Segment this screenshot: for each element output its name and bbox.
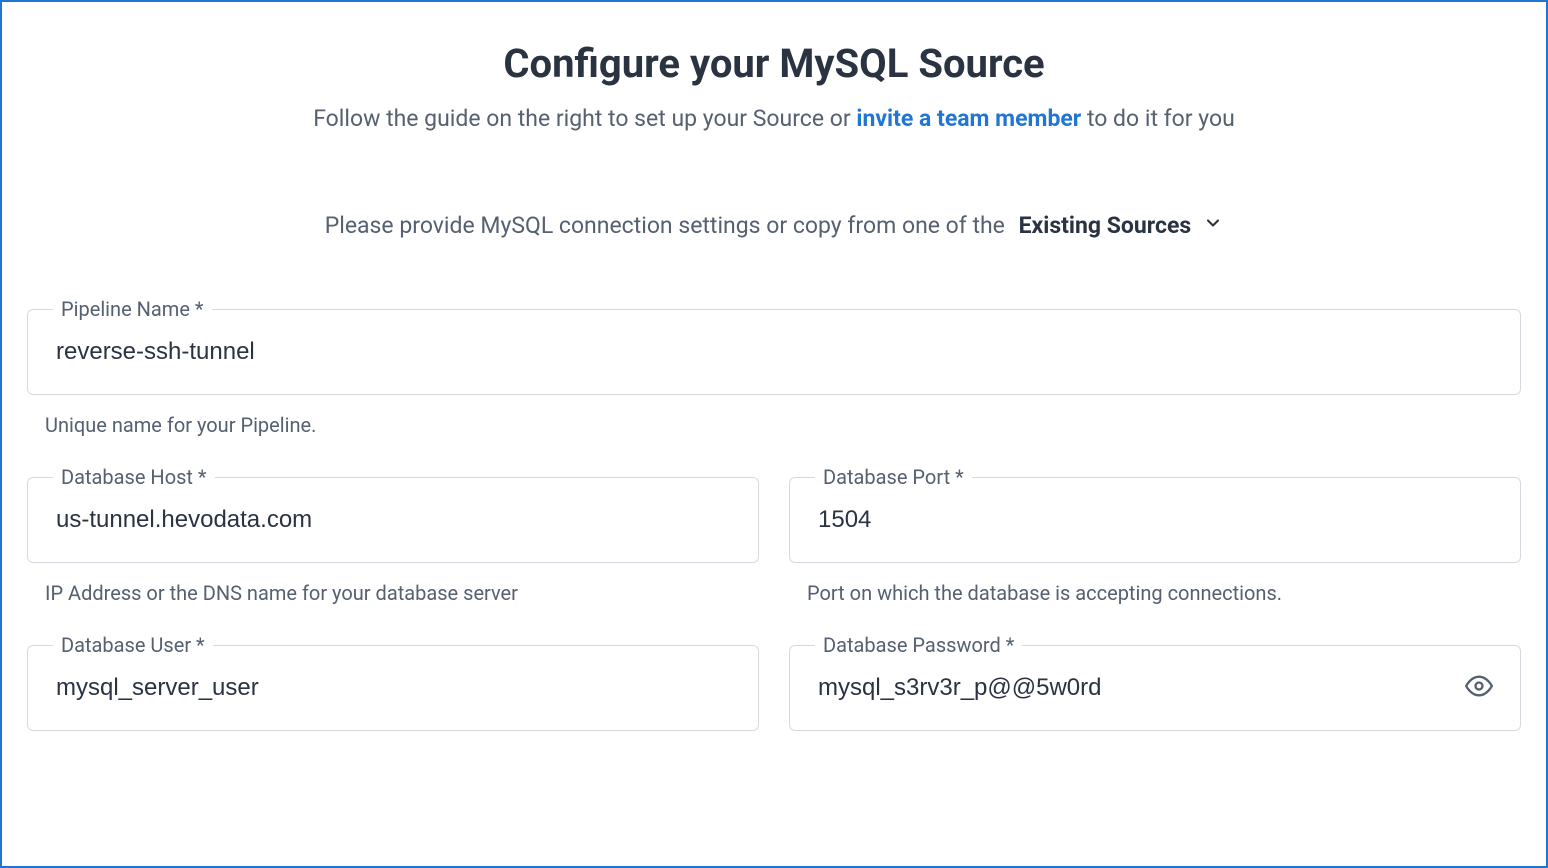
database-host-label: Database Host *: [53, 465, 215, 489]
pipeline-name-label: Pipeline Name *: [53, 297, 212, 321]
existing-sources-label: Existing Sources: [1019, 212, 1192, 239]
database-host-group: Database Host * IP Address or the DNS na…: [27, 477, 759, 605]
database-host-helper: IP Address or the DNS name for your data…: [27, 581, 759, 605]
config-panel: Configure your MySQL Source Follow the g…: [0, 0, 1548, 868]
subtitle-prefix: Follow the guide on the right to set up …: [313, 105, 856, 132]
subtitle-suffix: to do it for you: [1081, 105, 1235, 132]
pipeline-name-input[interactable]: [27, 309, 1521, 395]
database-port-input[interactable]: [789, 477, 1521, 563]
database-host-input[interactable]: [27, 477, 759, 563]
database-user-input[interactable]: [27, 645, 759, 731]
pipeline-name-helper: Unique name for your Pipeline.: [27, 413, 1521, 437]
database-password-label: Database Password *: [815, 633, 1022, 657]
existing-sources-dropdown[interactable]: Existing Sources: [1019, 212, 1224, 239]
database-password-group: Database Password *: [789, 645, 1521, 731]
database-password-input[interactable]: [789, 645, 1521, 731]
database-port-group: Database Port * Port on which the databa…: [789, 477, 1521, 605]
database-port-helper: Port on which the database is accepting …: [789, 581, 1521, 605]
password-wrapper: [789, 645, 1521, 731]
subtitle: Follow the guide on the right to set up …: [27, 105, 1521, 132]
eye-icon[interactable]: [1465, 672, 1493, 704]
instruction-prefix: Please provide MySQL connection settings…: [325, 212, 1005, 239]
pipeline-name-group: Pipeline Name * Unique name for your Pip…: [27, 309, 1521, 437]
instruction-text: Please provide MySQL connection settings…: [27, 212, 1521, 239]
database-user-group: Database User *: [27, 645, 759, 731]
chevron-down-icon: [1203, 212, 1223, 239]
page-title: Configure your MySQL Source: [27, 40, 1521, 87]
database-port-label: Database Port *: [815, 465, 972, 489]
database-user-label: Database User *: [53, 633, 213, 657]
invite-team-member-link[interactable]: invite a team member: [856, 105, 1081, 132]
